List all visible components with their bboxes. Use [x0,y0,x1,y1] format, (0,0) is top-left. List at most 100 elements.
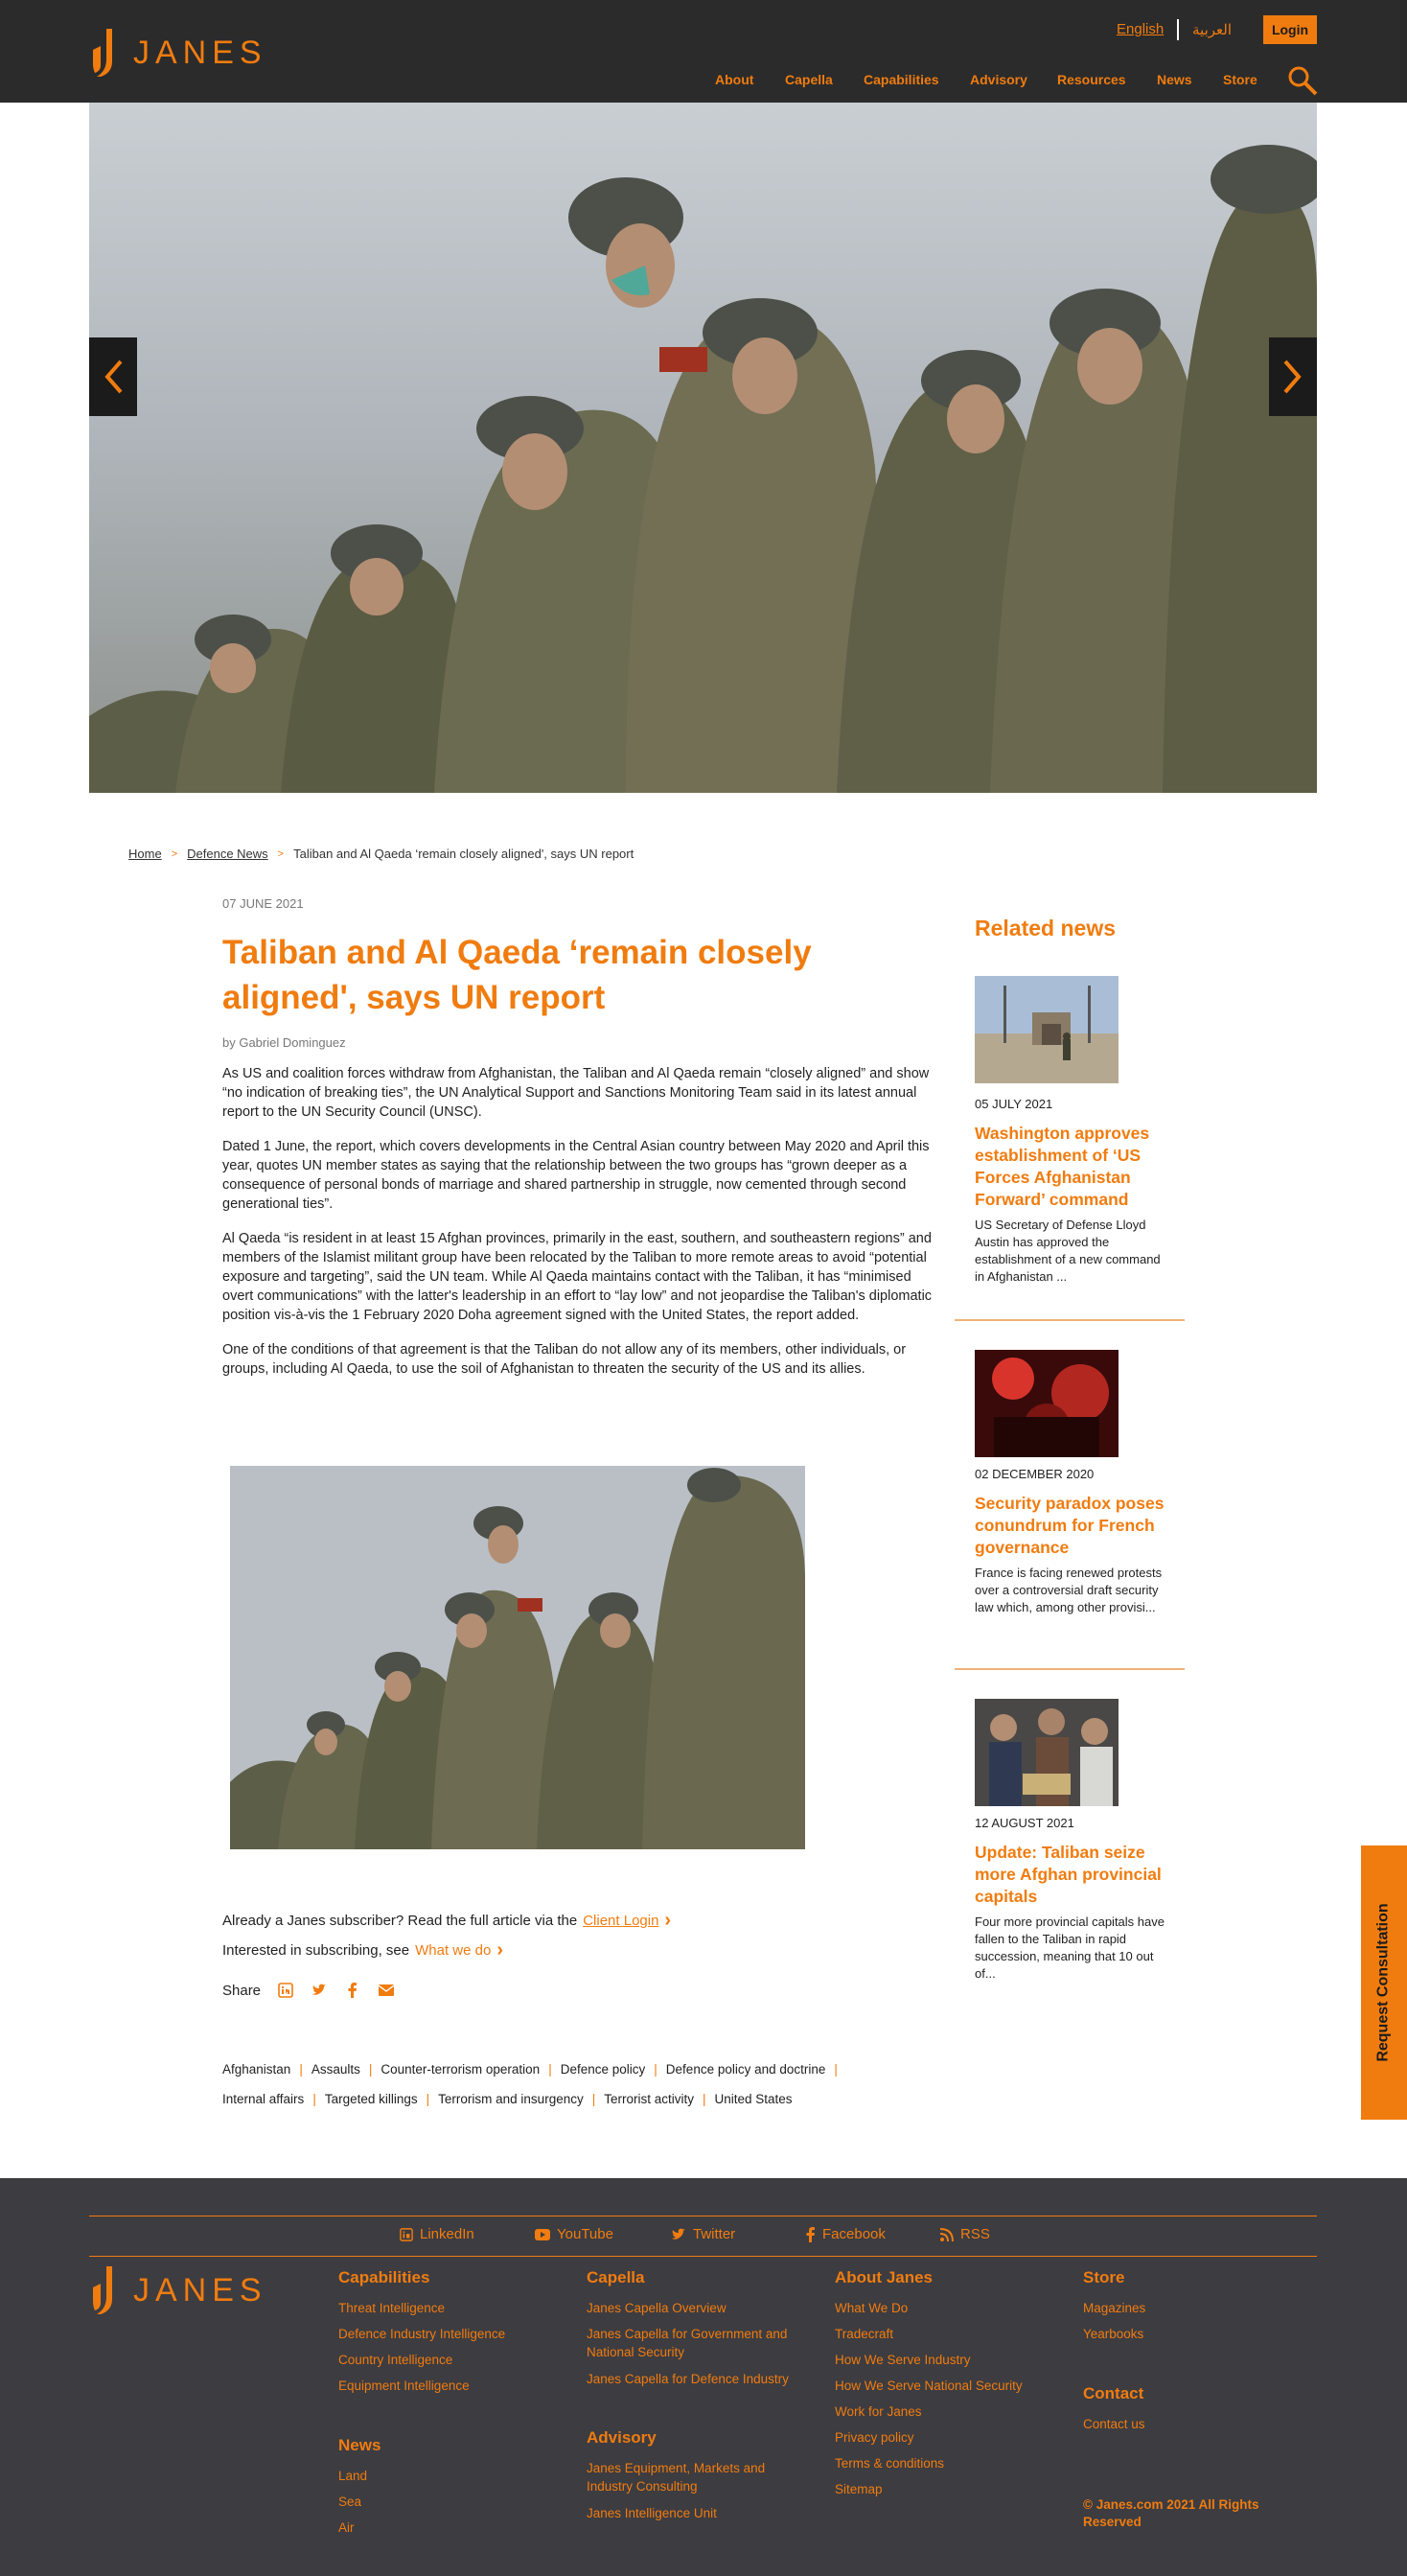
login-button[interactable]: Login [1263,15,1317,44]
tag-link[interactable]: Assaults [311,2062,360,2077]
lang-english-link[interactable]: English [1117,21,1164,37]
request-consultation-button[interactable]: Request Consultation [1361,1845,1407,2120]
footer-link[interactable]: Tradecraft [835,2325,1065,2343]
social-twitter[interactable]: Twitter [671,2226,735,2242]
lang-separator [1177,19,1179,40]
footer-link[interactable]: Privacy policy [835,2428,1065,2447]
footer-link[interactable]: Equipment Intelligence [338,2377,568,2395]
linkedin-icon[interactable] [277,1982,294,1999]
social-facebook[interactable]: Facebook [806,2226,886,2242]
social-youtube[interactable]: YouTube [535,2226,613,2242]
footer-link[interactable]: Threat Intelligence [338,2299,568,2317]
chevron-right-icon: › [496,1939,504,1961]
social-label: LinkedIn [420,2226,474,2242]
tag-link[interactable]: Targeted killings [325,2092,418,2106]
footer-capabilities-heading: Capabilities [338,2268,430,2286]
logo-text: JANES [133,2271,267,2309]
tag-link[interactable]: Terrorism and insurgency [438,2092,584,2106]
footer-store-heading: Store [1083,2268,1125,2286]
footer-link[interactable]: Air [338,2518,568,2537]
related-card[interactable]: 05 JULY 2021 Washington approves establi… [955,976,1185,1321]
breadcrumb: Home > Defence News > Taliban and Al Qae… [128,847,634,861]
related-card[interactable]: 02 DECEMBER 2020 Security paradox poses … [955,1350,1185,1666]
related-date: 05 JULY 2021 [975,1097,1053,1111]
hero-carousel-image [89,103,1317,793]
footer-link[interactable]: Janes Equipment, Markets and Industry Co… [587,2459,797,2495]
footer-link[interactable]: Land [338,2467,568,2485]
related-divider [955,1668,1185,1670]
soldiers-photo [89,103,1317,793]
email-icon[interactable] [378,1982,395,1999]
footer-link[interactable]: Defence Industry Intelligence [338,2325,568,2343]
request-consultation-label: Request Consultation [1375,1903,1392,2062]
related-title[interactable]: Washington approves establishment of ‘US… [975,1123,1166,1211]
share-label: Share [222,1982,262,1999]
footer-link[interactable]: How We Serve Industry [835,2351,1065,2369]
footer-link[interactable]: Sea [338,2493,568,2511]
footer-news-heading: News [338,2436,381,2454]
footer-link[interactable]: How We Serve National Security [835,2377,1065,2395]
related-body: France is facing renewed protests over a… [975,1566,1163,1614]
related-body: Four more provincial capitals have falle… [975,1915,1165,1981]
twitter-icon [672,2228,685,2239]
footer-link[interactable]: Janes Capella Overview [587,2299,817,2317]
nav-resources[interactable]: Resources [1057,72,1126,87]
nav-advisory[interactable]: Advisory [970,72,1027,87]
social-label: RSS [960,2226,990,2242]
breadcrumb-defence-news[interactable]: Defence News [187,847,268,861]
footer-link[interactable]: Janes Intelligence Unit [587,2504,817,2522]
related-title[interactable]: Update: Taliban seize more Afghan provin… [975,1842,1166,1908]
search-icon[interactable] [1287,65,1318,96]
youtube-icon [535,2228,550,2240]
footer-capella-heading: Capella [587,2268,645,2286]
footer-link[interactable]: Janes Capella for Defence Industry [587,2370,817,2388]
tag-link[interactable]: Terrorist activity [604,2092,694,2106]
related-card[interactable]: 12 AUGUST 2021 Update: Taliban seize mor… [955,1699,1185,1996]
footer-link[interactable]: What We Do [835,2299,1065,2317]
footer-link[interactable]: Work for Janes [835,2402,1065,2421]
facebook-icon[interactable] [344,1982,361,1999]
related-date: 12 AUGUST 2021 [975,1816,1074,1830]
nav-capella[interactable]: Capella [785,72,833,87]
share-bar: Share [222,1982,395,1999]
related-title[interactable]: Security paradox poses conundrum for Fre… [975,1493,1166,1559]
nav-capabilities[interactable]: Capabilities [864,72,939,87]
article-title: Taliban and Al Qaeda ‘remain closely ali… [222,934,812,1016]
article-paragraph: As US and coalition forces withdraw from… [222,1066,930,1120]
footer-link[interactable]: Contact us [1083,2415,1313,2433]
tag-link[interactable]: United States [715,2092,793,2106]
nav-store[interactable]: Store [1223,72,1257,87]
client-login-link[interactable]: Client Login [583,1913,658,1929]
footer-link[interactable]: Yearbooks [1083,2325,1313,2343]
janes-logo[interactable]: JANES [89,29,267,77]
footer-link[interactable]: Country Intelligence [338,2351,568,2369]
footer-link[interactable]: Janes Capella for Government and Nationa… [587,2325,817,2361]
tag-link[interactable]: Afghanistan [222,2062,290,2077]
article-byline: by Gabriel Dominguez [222,1035,346,1050]
tag-link[interactable]: Defence policy [561,2062,646,2077]
lang-arabic-link[interactable]: العربية [1192,21,1232,38]
social-rss[interactable]: RSS [940,2226,990,2242]
footer-janes-logo[interactable]: JANES [89,2266,267,2314]
social-label: Twitter [693,2226,736,2242]
carousel-next-button[interactable] [1269,337,1317,416]
footer-link[interactable]: Magazines [1083,2299,1313,2317]
breadcrumb-home[interactable]: Home [128,847,162,861]
tag-link[interactable]: Defence policy and doctrine [666,2062,826,2077]
nav-about[interactable]: About [715,72,753,87]
what-we-do-link[interactable]: What we do [415,1942,491,1959]
logo-text: JANES [133,34,267,71]
tag-link[interactable]: Counter-terrorism operation [381,2062,540,2077]
carousel-prev-button[interactable] [89,337,137,416]
footer-link[interactable]: Terms & conditions [835,2454,1065,2472]
social-linkedin[interactable]: LinkedIn [400,2226,474,2242]
breadcrumb-current: Taliban and Al Qaeda ‘remain closely ali… [293,847,634,861]
footer-link[interactable]: Sitemap [835,2480,1065,2498]
article-image [230,1466,805,1849]
twitter-icon[interactable] [311,1982,328,1999]
site-header: JANES English العربية Login About Capell… [0,0,1407,103]
interested-text: Interested in subscribing, see [222,1942,410,1959]
related-news: Related news [955,916,1185,941]
nav-news[interactable]: News [1157,72,1192,87]
tag-link[interactable]: Internal affairs [222,2092,304,2106]
